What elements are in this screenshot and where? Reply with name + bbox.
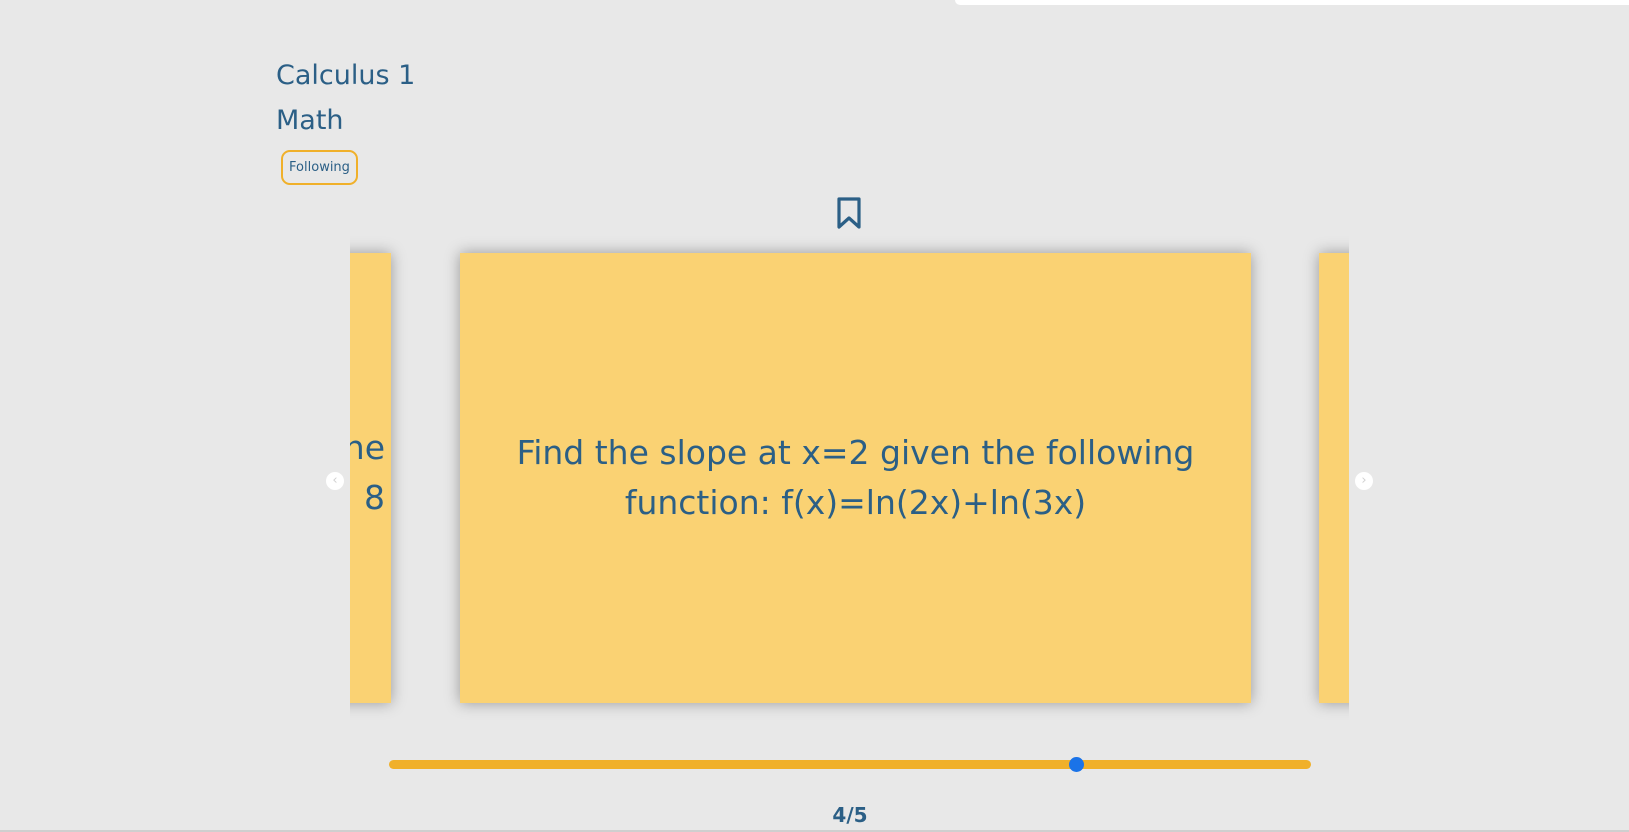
- following-button[interactable]: Following: [281, 150, 358, 185]
- previous-card-line: ne: [350, 428, 385, 467]
- progress-slider[interactable]: [389, 757, 1311, 772]
- top-bar-strip: [955, 0, 1629, 5]
- course-subject: Math: [276, 105, 344, 136]
- previous-card-text: ne 8: [350, 423, 385, 523]
- next-card[interactable]: [1319, 253, 1349, 703]
- bookmark-icon[interactable]: [836, 196, 862, 230]
- current-card-text: Find the slope at x=2 given the followin…: [516, 433, 1195, 522]
- previous-card[interactable]: ne 8: [350, 253, 391, 703]
- slider-thumb[interactable]: [1068, 757, 1084, 772]
- course-title: Calculus 1: [276, 60, 416, 91]
- chevron-right-icon[interactable]: ›: [1355, 472, 1373, 490]
- chevron-left-icon[interactable]: ‹: [326, 472, 344, 490]
- flashcard-carousel: ne 8 Find the slope at x=2 given the fol…: [350, 235, 1349, 725]
- card-counter: 4/5: [832, 803, 868, 827]
- current-card[interactable]: Find the slope at x=2 given the followin…: [460, 253, 1251, 703]
- previous-card-line: 8: [364, 478, 385, 517]
